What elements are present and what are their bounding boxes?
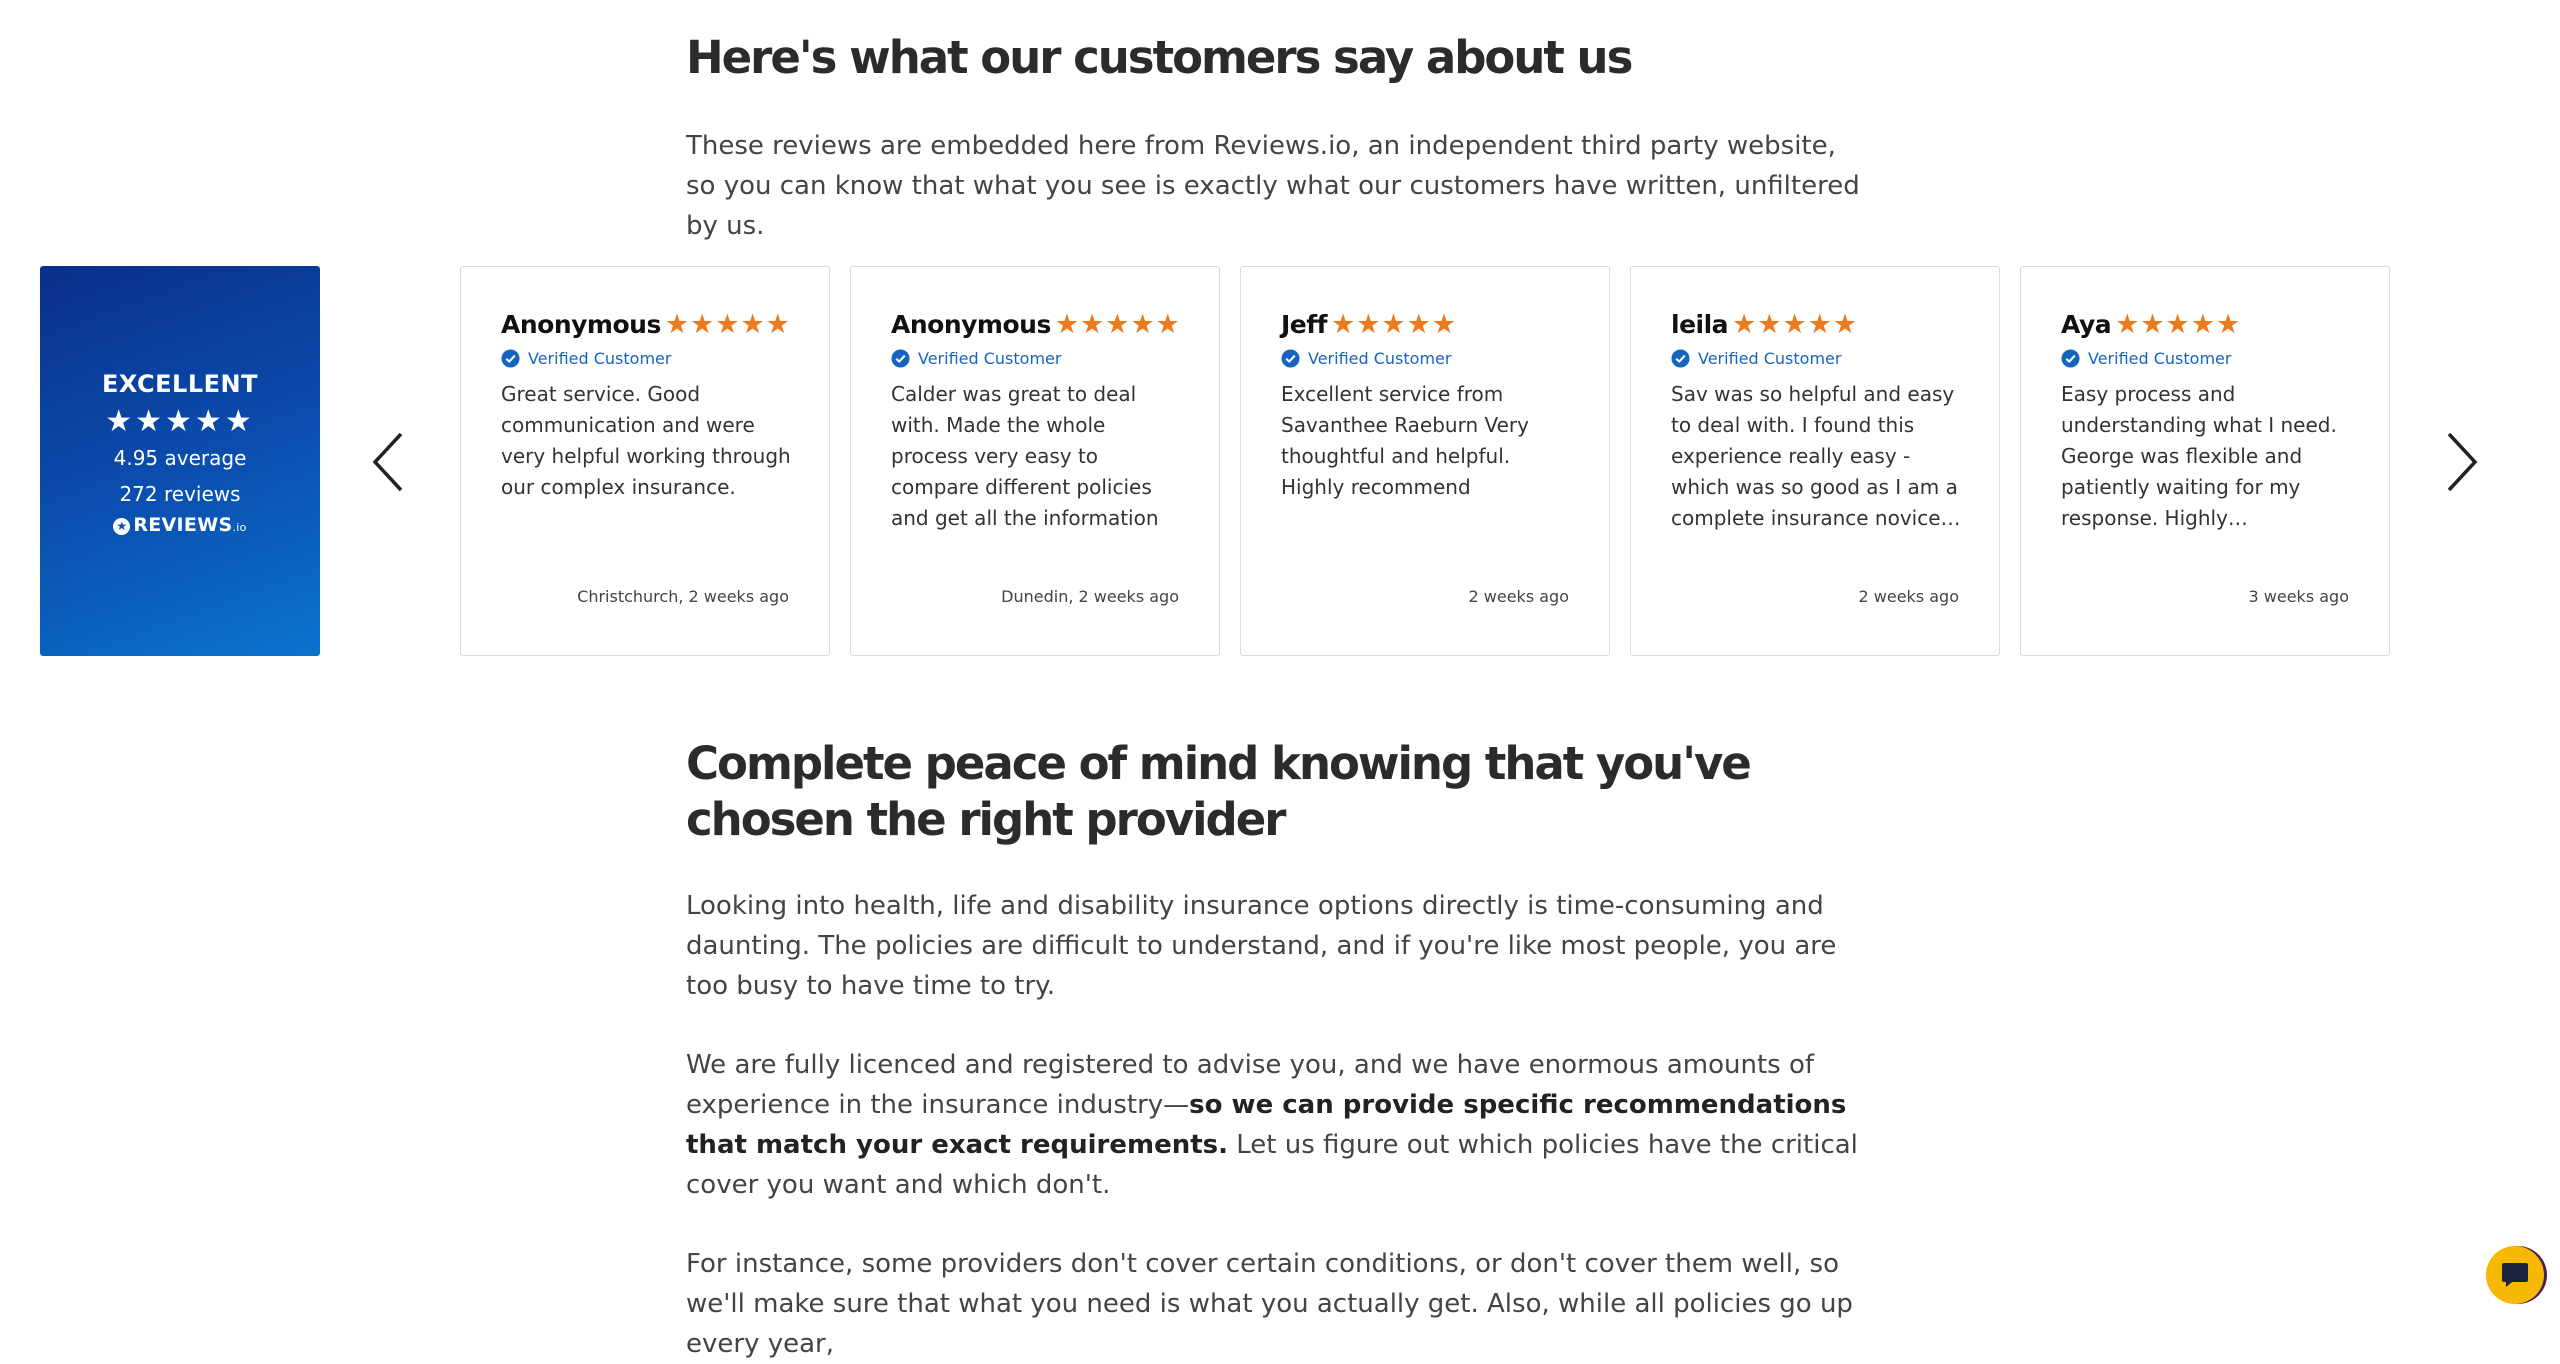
review-meta: 2 weeks ago	[1468, 587, 1569, 606]
verified-badge-icon	[2061, 349, 2080, 368]
review-text: Easy process and understanding what I ne…	[2061, 382, 2337, 530]
verified-badge-icon	[501, 349, 520, 368]
verified-badge-icon	[1671, 349, 1690, 368]
reviewer-name: Aya ★★★★★	[2061, 309, 2242, 340]
reviews-summary-badge[interactable]: EXCELLENT ★★★★★ 4.95 average 272 reviews…	[40, 266, 320, 656]
review-text: Calder was great to deal with. Made the …	[891, 382, 1159, 530]
review-text: Excellent service from Savanthee Raeburn…	[1281, 382, 1529, 499]
review-stars: ★★★★★	[1331, 309, 1458, 340]
reviewer-name: Jeff ★★★★★	[1281, 309, 1458, 340]
reviewer-name: Anonymous ★★★★★	[501, 309, 791, 340]
average-rating: 4.95 average	[113, 446, 247, 470]
review-card[interactable]: leila ★★★★★ Verified Customer Sav was so he…	[1630, 266, 2000, 656]
review-count: 272 reviews	[119, 482, 241, 506]
review-text: Sav was so helpful and easy to deal with…	[1671, 382, 1961, 530]
verified-customer: Verified Customer	[2061, 349, 2231, 368]
review-stars: ★★★★★	[1054, 309, 1181, 340]
review-meta: Christchurch, 2 weeks ago	[577, 587, 789, 606]
reviews-heading: Here's what our customers say about us	[686, 31, 1633, 84]
carousel-next-button[interactable]	[2434, 422, 2490, 502]
review-meta: 2 weeks ago	[1858, 587, 1959, 606]
reviews-io-logo: ★ REVIEWS.io	[40, 514, 320, 536]
review-stars: ★★★★★	[664, 309, 791, 340]
paragraph-licenced: We are fully licenced and registered to …	[686, 1050, 1858, 1200]
reviewer-name: leila ★★★★★	[1671, 309, 1859, 340]
paragraph-options: Looking into health, life and disability…	[686, 891, 1837, 1001]
verified-customer: Verified Customer	[1281, 349, 1451, 368]
reviews-io-star-icon: ★	[113, 518, 131, 535]
verified-badge-icon	[1281, 349, 1300, 368]
chat-bubble-icon	[2502, 1263, 2528, 1287]
verified-badge-icon	[891, 349, 910, 368]
verified-customer: Verified Customer	[501, 349, 671, 368]
review-card[interactable]: Anonymous ★★★★★ Verified Customer Great ser…	[460, 266, 830, 656]
review-card[interactable]: Anonymous ★★★★★ Verified Customer Calder wa…	[850, 266, 1220, 656]
verified-customer: Verified Customer	[891, 349, 1061, 368]
review-stars: ★★★★★	[2115, 309, 2242, 340]
review-meta: 3 weeks ago	[2248, 587, 2349, 606]
review-card[interactable]: Aya ★★★★★ Verified Customer Easy process an…	[2020, 266, 2390, 656]
review-text: Great service. Good communication and we…	[501, 382, 791, 499]
chevron-left-icon	[372, 432, 403, 492]
review-stars: ★★★★★	[1732, 309, 1859, 340]
paragraph-instance: For instance, some providers don't cover…	[686, 1249, 1853, 1359]
peace-of-mind-heading: Complete peace of mind knowing that you'…	[686, 737, 1752, 846]
review-card[interactable]: Jeff ★★★★★ Verified Customer Excellent serv…	[1240, 266, 1610, 656]
carousel-prev-button[interactable]	[360, 422, 416, 502]
verified-customer: Verified Customer	[1671, 349, 1841, 368]
reviews-intro: These reviews are embedded here from Rev…	[686, 131, 1860, 241]
badge-stars: ★★★★★	[105, 404, 255, 439]
rating-word: EXCELLENT	[102, 370, 258, 398]
chevron-right-icon	[2447, 432, 2478, 492]
review-meta: Dunedin, 2 weeks ago	[1001, 587, 1179, 606]
reviewer-name: Anonymous ★★★★★	[891, 309, 1181, 340]
chat-button[interactable]	[2486, 1246, 2544, 1304]
